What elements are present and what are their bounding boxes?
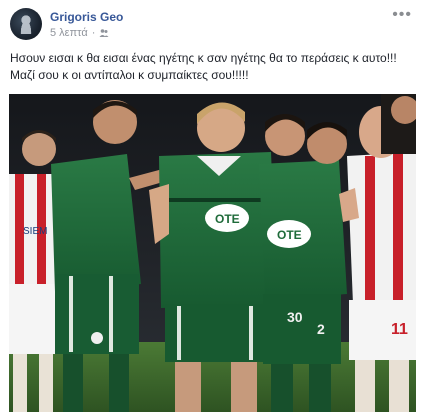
shirt-sponsor-text-2: ΟΤΕ: [277, 228, 302, 242]
photo-illustration: SIEM ΟΤΕ ΟΤΕ 30 2 11: [9, 94, 416, 412]
post-timestamp[interactable]: 5 λεπτά: [50, 27, 88, 39]
meta-separator: ·: [91, 27, 96, 39]
player-number-11: 11: [391, 321, 408, 338]
friends-icon[interactable]: [99, 28, 109, 38]
post-header: Grigoris Geo 5 λεπτά · •••: [0, 0, 424, 44]
more-options-icon[interactable]: •••: [392, 7, 412, 23]
player-number-30: 30: [287, 309, 303, 325]
player-number-2: 2: [317, 321, 325, 337]
post-meta: 5 λεπτά ·: [50, 27, 109, 39]
post-text-line-2: Μαζί σου κ οι αντίπαλοι κ συμπαίκτες σου…: [10, 68, 249, 82]
player-partial-right: [381, 94, 416, 154]
avatar-image: [18, 14, 34, 34]
author-avatar[interactable]: [10, 8, 42, 40]
post-photo[interactable]: SIEM ΟΤΕ ΟΤΕ 30 2 11: [9, 94, 416, 412]
author-name[interactable]: Grigoris Geo: [50, 10, 123, 24]
opponent-sponsor-text: SIEM: [23, 226, 47, 237]
shirt-sponsor-text: ΟΤΕ: [215, 212, 240, 226]
post-text: Ησουν εισαι κ θα εισαι ένας ηγέτης κ σαν…: [10, 50, 415, 84]
post-text-line-1: Ησουν εισαι κ θα εισαι ένας ηγέτης κ σαν…: [10, 51, 397, 65]
